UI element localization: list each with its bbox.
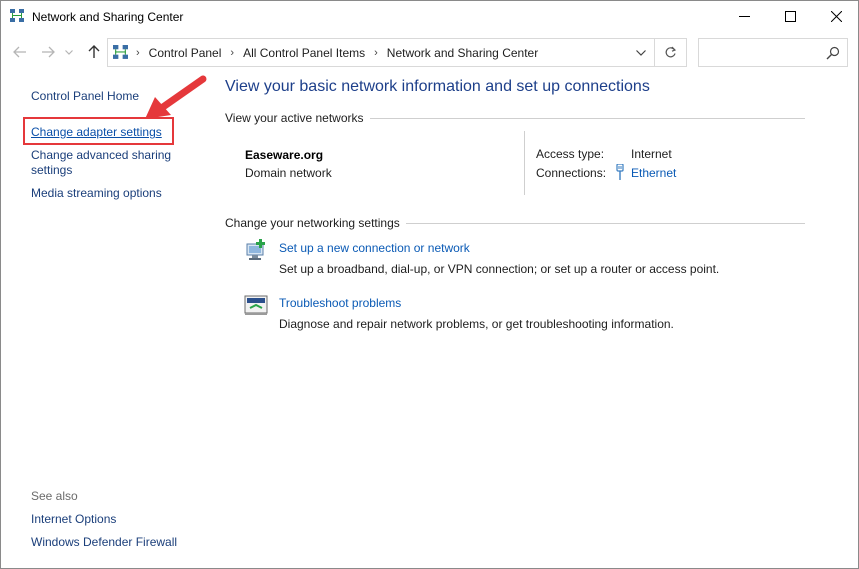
network-icon — [10, 9, 24, 22]
see-also-heading: See also — [31, 489, 78, 503]
access-type-value: Internet — [631, 147, 672, 161]
troubleshoot-problems-description: Diagnose and repair network problems, or… — [279, 317, 674, 331]
access-type-label: Access type: — [536, 147, 605, 161]
media-streaming-link[interactable]: Media streaming options — [31, 186, 162, 201]
annotation-arrow-icon — [145, 75, 207, 119]
setup-connection-link[interactable]: Set up a new connection or network — [279, 241, 470, 255]
navigation-bar: › Control Panel › All Control Panel Item… — [1, 36, 858, 68]
network-icon — [113, 45, 128, 59]
address-history-button[interactable] — [628, 39, 654, 66]
page-title: View your basic network information and … — [225, 78, 650, 95]
forward-button[interactable] — [39, 43, 57, 61]
search-input[interactable] — [703, 43, 819, 62]
minimize-button[interactable] — [721, 1, 767, 32]
back-arrow-icon — [13, 46, 26, 58]
network-name: Easeware.org — [245, 148, 324, 162]
troubleshoot-problems-link[interactable]: Troubleshoot problems — [279, 296, 401, 310]
control-panel-home-link[interactable]: Control Panel Home — [31, 89, 139, 104]
network-sharing-center-window: Network and Sharing Center › Control Pan… — [0, 0, 859, 569]
network-category: Domain network — [245, 166, 332, 180]
ethernet-icon — [616, 164, 624, 180]
change-settings-heading-text: Change your networking settings — [225, 216, 400, 230]
change-advanced-sharing-link[interactable]: Change advanced sharing settings — [31, 148, 181, 178]
title-bar: Network and Sharing Center — [1, 1, 858, 32]
new-connection-icon — [246, 239, 265, 260]
back-button[interactable] — [11, 43, 29, 61]
maximize-icon — [784, 11, 796, 22]
section-divider — [369, 117, 805, 119]
active-networks-heading: View your active networks — [225, 111, 805, 125]
window-title: Network and Sharing Center — [32, 10, 184, 24]
active-networks-heading-text: View your active networks — [225, 111, 364, 125]
connections-label: Connections: — [536, 166, 607, 180]
section-divider — [405, 222, 805, 224]
chevron-down-icon — [65, 49, 73, 55]
address-bar[interactable]: › Control Panel › All Control Panel Item… — [107, 38, 687, 67]
breadcrumb-all-items[interactable]: All Control Panel Items — [243, 46, 365, 60]
setup-connection-description: Set up a broadband, dial-up, or VPN conn… — [279, 262, 720, 276]
ethernet-connection-link[interactable]: Ethernet — [631, 166, 676, 180]
windows-defender-firewall-link[interactable]: Windows Defender Firewall — [31, 535, 177, 550]
vertical-divider — [524, 131, 525, 195]
up-button[interactable] — [85, 43, 103, 61]
chevron-right-icon[interactable]: › — [374, 47, 378, 59]
minimize-icon — [738, 16, 750, 17]
close-icon — [830, 11, 842, 22]
close-button[interactable] — [813, 1, 859, 32]
refresh-icon — [665, 46, 677, 58]
forward-arrow-icon — [42, 46, 55, 58]
refresh-button[interactable] — [654, 39, 686, 66]
change-settings-heading: Change your networking settings — [225, 216, 805, 230]
troubleshoot-icon — [244, 295, 268, 315]
up-arrow-icon — [88, 45, 100, 58]
left-pane: Control Panel Home Change adapter settin… — [1, 69, 207, 569]
breadcrumb-network-sharing[interactable]: Network and Sharing Center — [387, 46, 538, 60]
chevron-right-icon[interactable]: › — [136, 47, 140, 59]
search-icon[interactable] — [826, 46, 840, 60]
chevron-down-icon — [636, 49, 646, 56]
internet-options-link[interactable]: Internet Options — [31, 512, 116, 527]
chevron-right-icon[interactable]: › — [230, 47, 234, 59]
recent-locations-button[interactable] — [63, 43, 75, 61]
breadcrumb: › Control Panel › All Control Panel Item… — [136, 46, 538, 60]
search-box[interactable] — [698, 38, 848, 67]
maximize-button[interactable] — [767, 1, 813, 32]
breadcrumb-control-panel[interactable]: Control Panel — [149, 46, 222, 60]
